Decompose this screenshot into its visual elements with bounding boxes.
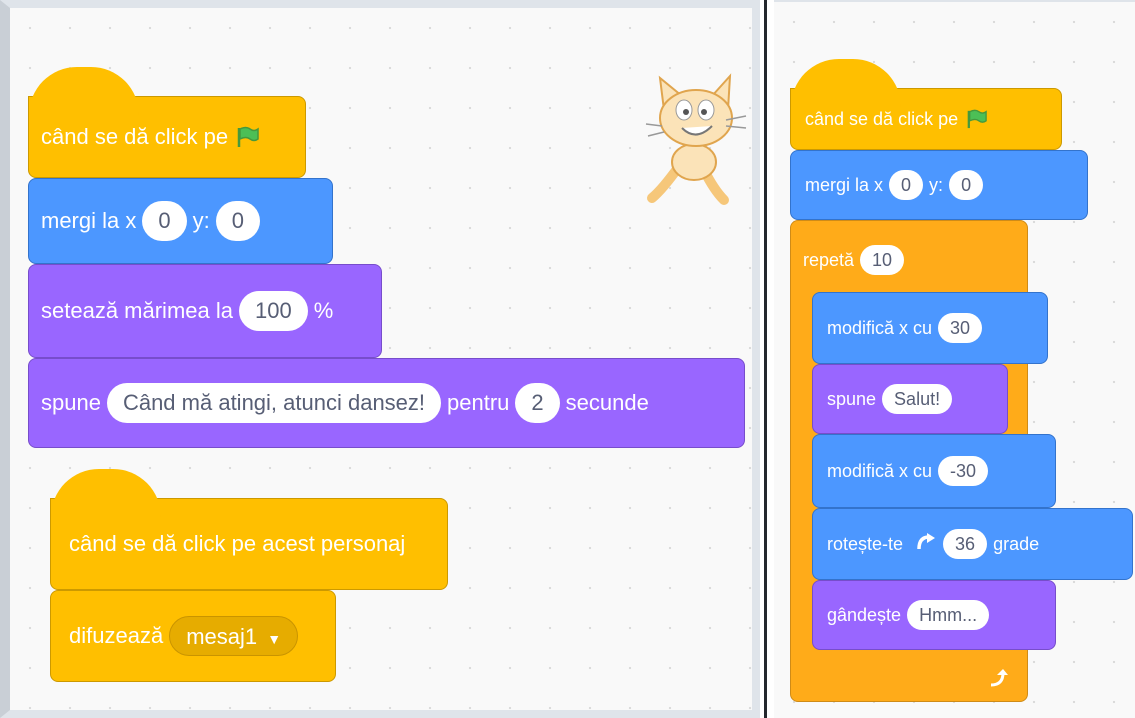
- goto-label-y: y:: [192, 208, 210, 233]
- think-block[interactable]: gândește Hmm...: [812, 580, 1056, 650]
- change-x-input-2[interactable]: -30: [938, 456, 989, 486]
- set-size-block[interactable]: setează mărimea la 100 %: [28, 264, 382, 358]
- dropdown-arrow-icon: ▼: [267, 631, 282, 647]
- size-input[interactable]: 100: [238, 291, 308, 331]
- goto-xy-block[interactable]: mergi la x 0 y: 0: [28, 178, 333, 264]
- when-sprite-clicked-hat[interactable]: când se dă click pe acest personaj: [50, 469, 448, 590]
- say-message-input[interactable]: Când mă atingi, atunci dansez!: [106, 383, 442, 423]
- turn-unit: grade: [993, 533, 1040, 554]
- broadcast-message-dropdown[interactable]: mesaj1 ▼: [169, 616, 299, 656]
- y-input[interactable]: 0: [215, 201, 260, 241]
- think-label: gândește: [827, 604, 902, 625]
- rotate-clockwise-icon: [917, 533, 936, 550]
- say-label: spune: [41, 390, 101, 415]
- panel-divider: [760, 0, 774, 718]
- hat-label-sprite: când se dă click pe acest personaj: [69, 531, 406, 556]
- change-x-label-1: modifică x cu: [827, 317, 933, 338]
- broadcast-label: difuzează: [69, 623, 164, 648]
- goto-label-y-right: y:: [929, 174, 944, 195]
- change-x-block-1[interactable]: modifică x cu 30: [812, 292, 1048, 364]
- goto-xy-block-right[interactable]: mergi la x 0 y: 0: [790, 150, 1088, 220]
- when-flag-clicked-hat-right[interactable]: când se dă click pe: [790, 59, 1062, 150]
- hat-label-right: când se dă click pe: [805, 108, 959, 129]
- x-input-right[interactable]: 0: [889, 170, 924, 200]
- change-x-input-1[interactable]: 30: [938, 313, 983, 343]
- green-flag-icon: [237, 126, 259, 147]
- size-unit: %: [313, 298, 334, 323]
- change-x-label-2: modifică x cu: [827, 460, 933, 481]
- repeat-arrow-icon: [990, 669, 1008, 687]
- hat-label: când se dă click pe: [41, 124, 229, 149]
- change-x-block-2[interactable]: modifică x cu -30: [812, 434, 1056, 508]
- left-code-area[interactable]: când se dă click pe mergi la x 0 y: 0 se…: [0, 0, 760, 718]
- goto-label-x-right: mergi la x: [805, 174, 884, 195]
- green-flag-icon: [967, 109, 987, 129]
- think-message-input[interactable]: Hmm...: [907, 600, 990, 630]
- right-code-area[interactable]: când se dă click pe mergi la x 0 y: 0 re…: [774, 0, 1135, 718]
- repeat-label: repetă: [803, 249, 855, 270]
- goto-label-x: mergi la x: [41, 208, 137, 233]
- when-flag-clicked-hat[interactable]: când se dă click pe: [28, 67, 306, 178]
- say-message-input-right[interactable]: Salut!: [882, 384, 953, 414]
- broadcast-block[interactable]: difuzează mesaj1 ▼: [50, 590, 336, 682]
- broadcast-message: mesaj1: [186, 624, 258, 649]
- turn-label: rotește-te: [827, 533, 904, 554]
- say-for-secs-block[interactable]: spune Când mă atingi, atunci dansez! pen…: [28, 358, 745, 448]
- x-input[interactable]: 0: [142, 201, 187, 241]
- set-size-label: setează mărimea la: [41, 298, 233, 323]
- say-secs-label: secunde: [565, 390, 649, 415]
- repeat-count-input[interactable]: 10: [860, 245, 905, 275]
- turn-degrees-input[interactable]: 36: [943, 529, 988, 559]
- say-label-right: spune: [827, 388, 877, 409]
- scratch-cat-icon: [645, 73, 747, 205]
- turn-right-block[interactable]: rotește-te 36 grade: [812, 508, 1133, 580]
- say-secs-input[interactable]: 2: [515, 383, 560, 423]
- say-for-label: pentru: [447, 390, 510, 415]
- y-input-right[interactable]: 0: [949, 170, 984, 200]
- say-block-right[interactable]: spune Salut!: [812, 364, 1008, 434]
